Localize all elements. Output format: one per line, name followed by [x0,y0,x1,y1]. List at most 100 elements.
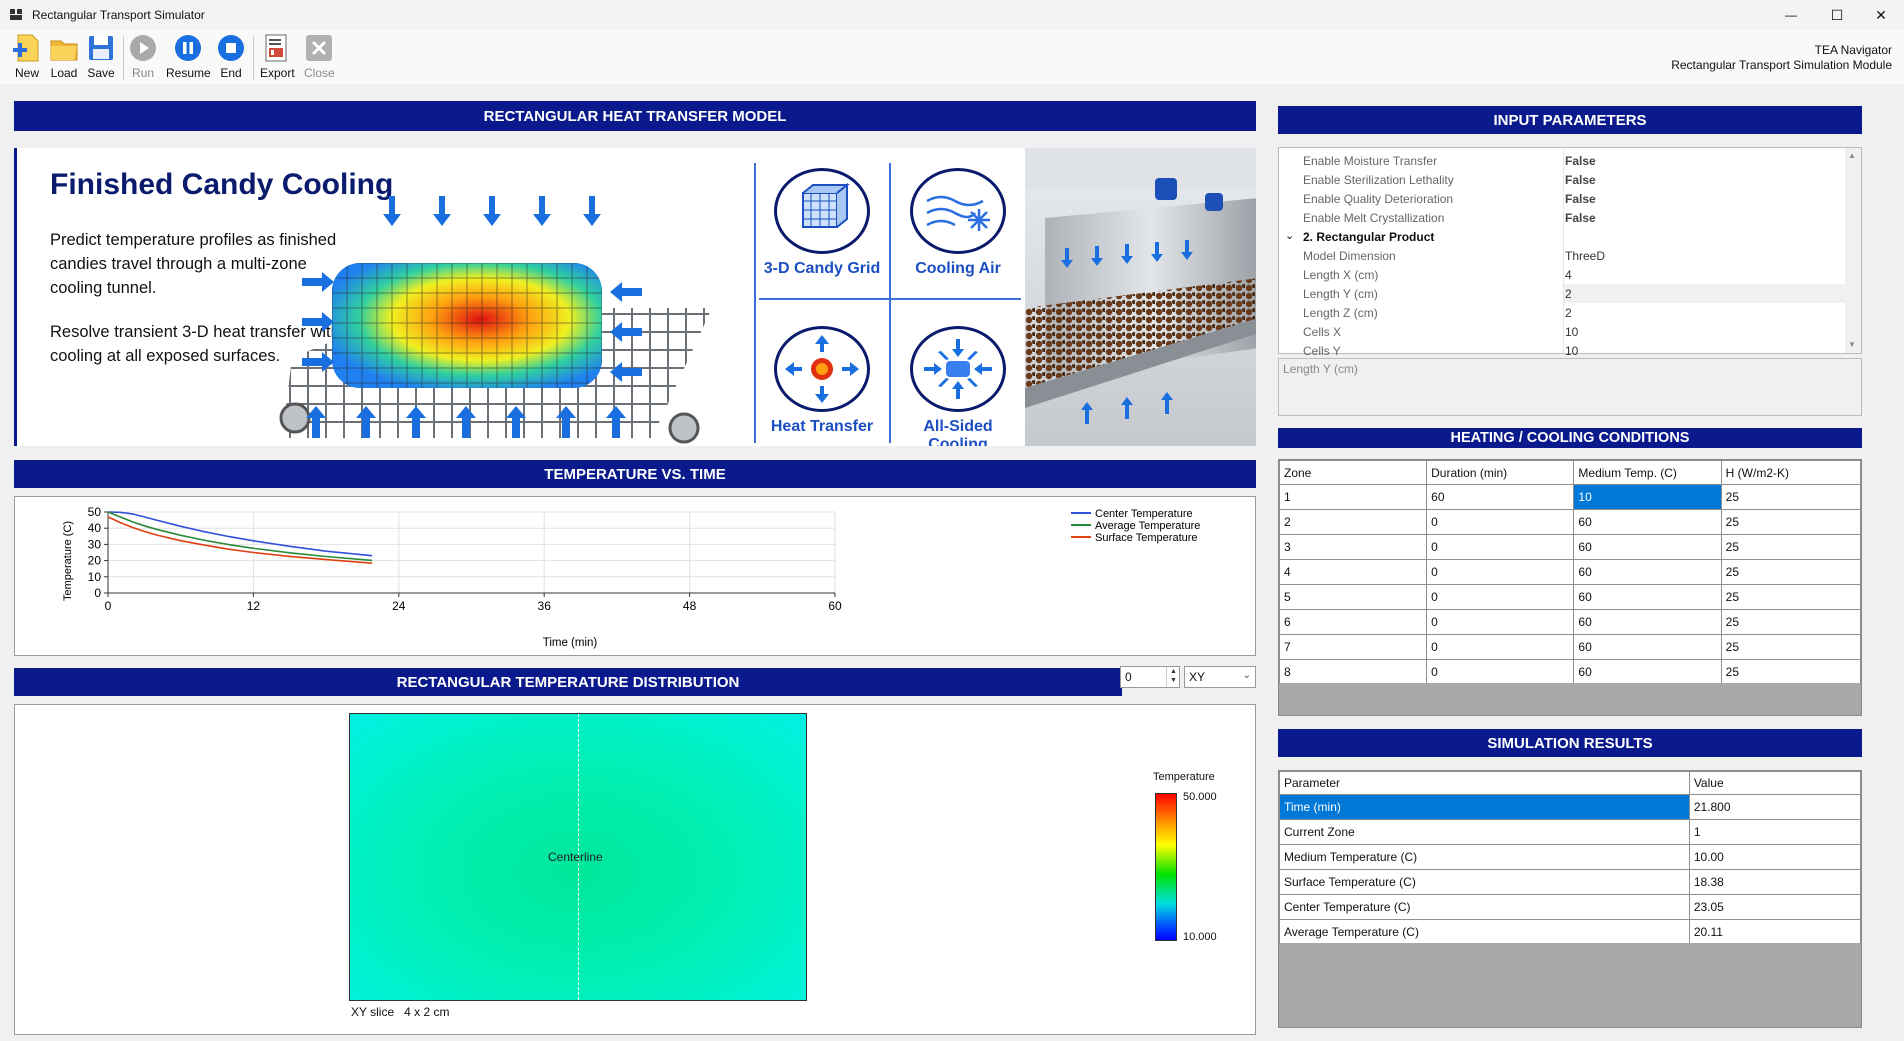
temperature-heatmap: Centerline [349,713,807,1001]
table-cell[interactable]: Medium Temperature (C) [1279,844,1690,870]
table-row[interactable]: Current Zone 1 [1279,819,1862,845]
table-row[interactable]: Time (min) 21.800 [1279,794,1862,820]
end-button[interactable]: End [216,33,246,80]
table-cell[interactable]: 25 [1720,609,1862,635]
column-header[interactable]: Medium Temp. (C) [1573,460,1722,485]
table-row[interactable]: Surface Temperature (C) 18.38 [1279,869,1862,895]
table-cell[interactable]: 10.00 [1688,844,1862,870]
maximize-button[interactable]: ☐ [1814,0,1860,30]
table-cell[interactable]: Center Temperature (C) [1279,894,1690,920]
column-header[interactable]: Zone [1278,460,1428,485]
table-cell[interactable]: 0 [1426,609,1575,635]
table-cell[interactable]: 1 [1688,819,1862,845]
table-cell[interactable]: 21.800 [1688,794,1862,820]
close-button[interactable]: Close [304,33,335,80]
table-row[interactable]: Medium Temperature (C) 10.00 [1279,844,1862,870]
table-cell[interactable]: 60 [1426,484,1575,510]
property-value[interactable]: 10 [1565,325,1578,339]
new-button[interactable]: New [12,33,42,80]
property-value[interactable]: 2 [1565,306,1572,320]
table-cell[interactable]: 60 [1573,634,1722,660]
table-cell[interactable]: 60 [1573,609,1722,635]
column-header[interactable]: Duration (min) [1426,460,1575,485]
table-cell[interactable]: 60 [1573,534,1722,560]
table-cell[interactable]: 25 [1720,634,1862,660]
property-value[interactable]: 2 [1565,287,1572,301]
close-icon [306,35,333,61]
table-row[interactable]: 4 0 60 25 [1278,559,1862,585]
table-cell[interactable]: 0 [1426,509,1575,535]
table-cell[interactable]: 25 [1720,534,1862,560]
table-cell[interactable]: 20.11 [1688,919,1862,945]
table-cell[interactable]: Current Zone [1279,819,1690,845]
table-cell[interactable]: 25 [1720,484,1862,510]
chevron-down-icon[interactable]: ⌄ [1285,229,1294,242]
table-cell[interactable]: 0 [1426,534,1575,560]
minimize-button[interactable]: — [1768,0,1814,30]
property-value[interactable]: 4 [1565,268,1572,282]
plane-select[interactable]: XY ⌄ [1184,666,1256,688]
property-value[interactable]: 10 [1565,344,1578,358]
pause-icon [175,35,202,61]
table-cell[interactable]: 25 [1720,559,1862,585]
property-value[interactable]: False [1565,173,1596,187]
temperature-chart-panel: 0 12 24 36 48 60 0 10 20 30 40 50 Time (min) Temper… [14,496,1256,656]
folder-icon [50,40,78,61]
nav-info: TEA Navigator Rectangular Transport Simu… [1671,43,1892,73]
distribution-panel: Centerline XY slice 4 x 2 cm Temperature… [14,704,1256,1035]
column-header[interactable]: Value [1688,771,1862,795]
table-row[interactable]: Average Temperature (C) 20.11 [1279,919,1862,945]
slice-spinner[interactable]: ▲ ▼ [1166,667,1180,687]
property-value[interactable]: False [1565,192,1596,206]
table-row[interactable]: 7 0 60 25 [1278,634,1862,660]
table-cell[interactable]: 60 [1573,659,1722,685]
table-cell[interactable]: Surface Temperature (C) [1279,869,1690,895]
table-cell[interactable]: 60 [1573,584,1722,610]
table-cell[interactable]: 60 [1573,559,1722,585]
table-cell[interactable]: Time (min) [1279,794,1690,820]
table-cell[interactable]: Average Temperature (C) [1279,919,1690,945]
close-window-button[interactable]: ✕ [1858,0,1904,30]
property-grid-scrollbar[interactable]: ▲ ▼ [1845,148,1861,353]
column-header[interactable]: Parameter [1279,771,1690,795]
x-axis-label: Time (min) [543,637,598,649]
table-cell[interactable]: 2 [1278,509,1428,535]
table-cell[interactable]: 5 [1278,584,1428,610]
table-cell[interactable]: 7 [1278,634,1428,660]
table-cell[interactable]: 25 [1720,509,1862,535]
table-cell[interactable]: 6 [1278,609,1428,635]
run-button[interactable]: Run [128,33,158,80]
table-cell[interactable]: 25 [1720,584,1862,610]
table-cell[interactable]: 0 [1426,559,1575,585]
table-row[interactable]: 2 0 60 25 [1278,509,1862,535]
column-header[interactable]: H (W/m2-K) [1720,460,1862,485]
distribution-header: RECTANGULAR TEMPERATURE DISTRIBUTION [14,668,1122,696]
property-value[interactable]: ThreeD [1565,249,1605,263]
property-name: Cells X [1303,325,1342,339]
table-cell[interactable]: 0 [1426,659,1575,685]
load-button[interactable]: Load [49,33,79,80]
table-cell[interactable]: 0 [1426,584,1575,610]
table-row[interactable]: 1 60 10 25 [1278,484,1862,510]
table-cell[interactable]: 60 [1573,509,1722,535]
table-row[interactable]: 8 0 60 25 [1278,659,1862,685]
table-row[interactable]: Center Temperature (C) 23.05 [1279,894,1862,920]
resume-button[interactable]: Resume [166,33,211,80]
table-row[interactable]: 6 0 60 25 [1278,609,1862,635]
category-label: 2. Rectangular Product [1303,230,1435,244]
table-row[interactable]: 3 0 60 25 [1278,534,1862,560]
table-cell[interactable]: 1 [1278,484,1428,510]
table-cell[interactable]: 25 [1720,659,1862,685]
table-cell[interactable]: 4 [1278,559,1428,585]
property-value[interactable]: False [1565,154,1596,168]
table-row[interactable]: 5 0 60 25 [1278,584,1862,610]
save-button[interactable]: Save [86,33,116,80]
table-cell[interactable]: 8 [1278,659,1428,685]
export-button[interactable]: Export [260,33,295,80]
table-cell[interactable]: 18.38 [1688,869,1862,895]
table-cell[interactable]: 3 [1278,534,1428,560]
table-cell[interactable]: 0 [1426,634,1575,660]
table-cell[interactable]: 23.05 [1688,894,1862,920]
property-value[interactable]: False [1565,211,1596,225]
table-cell[interactable]: 10 [1573,484,1722,510]
